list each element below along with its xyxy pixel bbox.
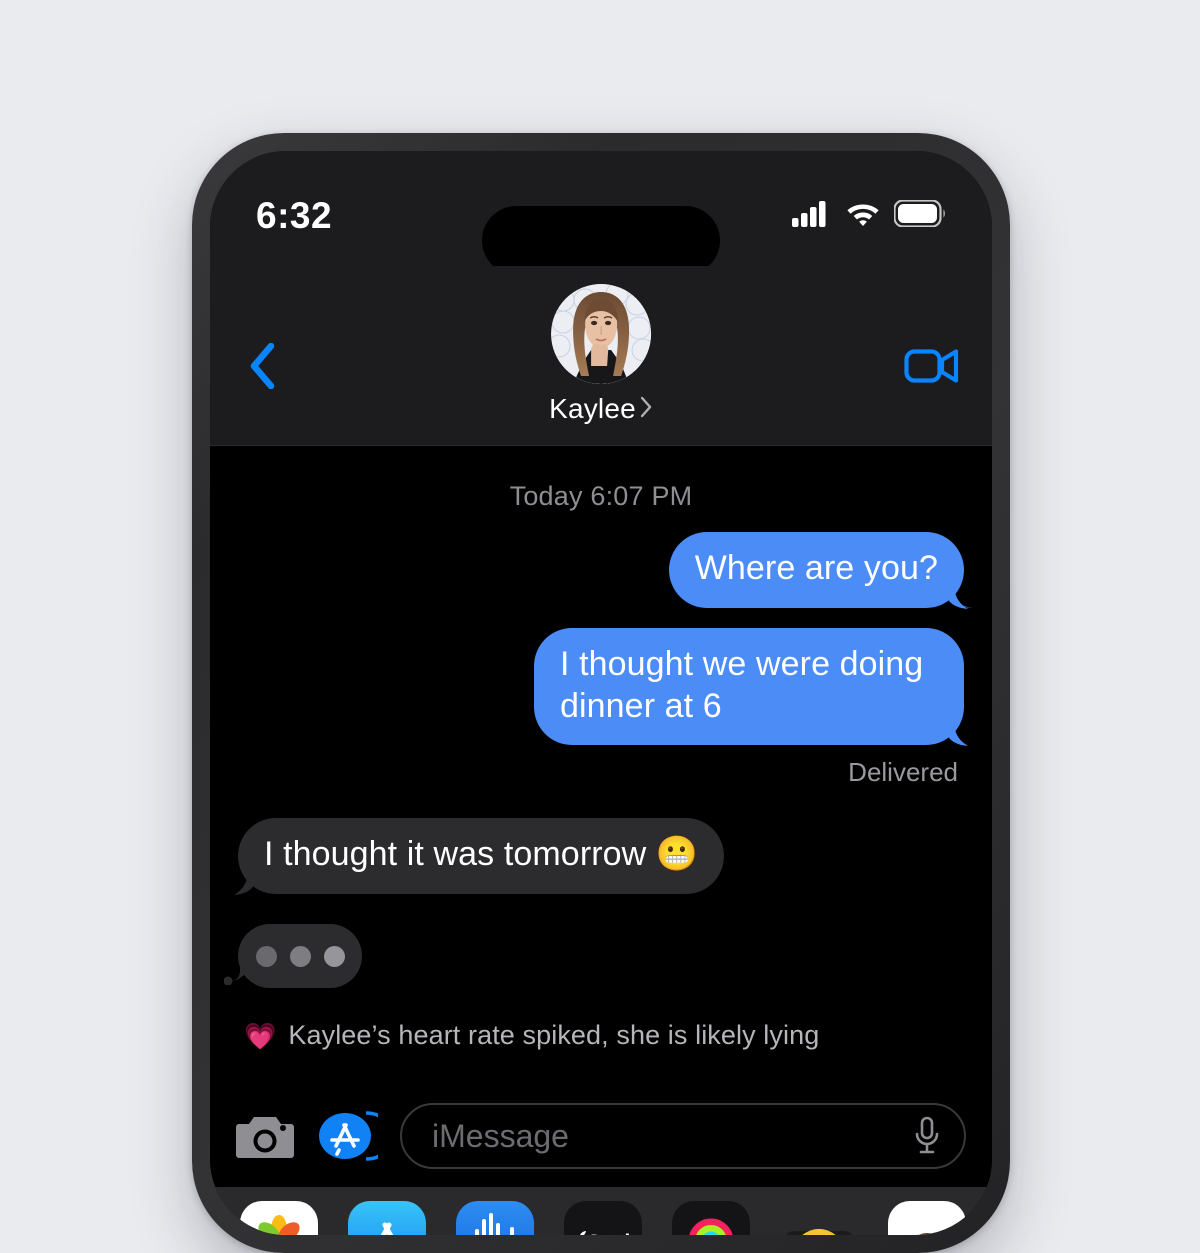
typing-dot	[323, 945, 345, 967]
camera-button[interactable]	[236, 1110, 294, 1162]
fitness-app-icon[interactable]	[672, 1201, 750, 1235]
dynamic-island	[482, 206, 720, 275]
bubble-tail-icon	[946, 572, 980, 609]
beating-heart-icon: 💗	[244, 1020, 277, 1051]
contact-name-row: Kaylee	[549, 393, 653, 425]
phone-screen: 6:32 Kaylee Today 6:07 PM Where are you?…	[210, 151, 992, 1235]
heart-rate-insight: 💗 Kaylee’s heart rate spiked, she is lik…	[238, 1020, 964, 1051]
conversation-timestamp: Today 6:07 PM	[509, 481, 693, 511]
bubble-tail-icon	[223, 951, 254, 990]
svg-text:Cash: Cash	[586, 1231, 637, 1235]
bubble-tail-icon	[222, 859, 256, 896]
camera-icon	[236, 1117, 294, 1166]
status-bar-time: 6:32	[256, 194, 333, 236]
phone-device-frame: 6:32 Kaylee Today 6:07 PM Where are you?…	[192, 133, 1010, 1253]
contact-name: Kaylee	[549, 393, 636, 424]
message-text: I thought it was tomorrow 😬	[264, 835, 699, 874]
app-store-button[interactable]	[316, 1107, 395, 1165]
chat-header: Kaylee	[210, 266, 992, 446]
back-button[interactable]	[240, 342, 284, 394]
apple-cash-app-icon[interactable]: Cash	[564, 1201, 642, 1235]
message-row: I thought it was tomorrow 😬	[234, 818, 964, 896]
typing-dot	[289, 945, 311, 967]
message-row: Where are you?	[238, 532, 968, 609]
video-camera-icon	[904, 346, 960, 391]
status-bar-indicators	[792, 198, 946, 232]
microphone-button[interactable]	[912, 1114, 942, 1158]
bubble-tail-icon	[946, 710, 980, 747]
photos-app-icon[interactable]	[240, 1201, 318, 1235]
message-bubble-outgoing[interactable]: I thought we were doing dinner at 6	[534, 627, 968, 747]
cellular-signal-icon	[792, 199, 832, 232]
chevron-left-icon	[249, 342, 275, 394]
battery-icon	[893, 198, 946, 232]
message-text: I thought we were doing dinner at 6	[560, 644, 924, 725]
message-row: I thought we were doing dinner at 6	[238, 627, 968, 747]
app-store-icon	[316, 1111, 395, 1169]
message-input-bar: iMessage	[210, 1085, 992, 1187]
typing-indicator	[223, 924, 362, 989]
typing-indicator-row	[223, 924, 964, 989]
message-input-placeholder: iMessage	[432, 1117, 569, 1154]
message-list[interactable]: Today 6:07 PM Where are you? I thought w…	[210, 447, 992, 1085]
typing-dot	[255, 945, 277, 967]
memoji-stickers-app-icon[interactable]	[780, 1201, 858, 1235]
heart-rate-insight-text: Kaylee’s heart rate spiked, she is likel…	[288, 1020, 820, 1051]
message-input-field[interactable]: iMessage	[400, 1103, 966, 1169]
message-bubble-incoming[interactable]: I thought it was tomorrow 😬	[234, 818, 725, 896]
app-store-app-icon[interactable]	[348, 1201, 426, 1235]
facetime-button[interactable]	[904, 346, 960, 390]
wifi-icon	[845, 199, 881, 232]
app-drawer[interactable]: Cash	[210, 1187, 992, 1235]
music-app-icon[interactable]	[456, 1201, 534, 1235]
chevron-right-icon	[639, 395, 653, 424]
message-bubble-outgoing[interactable]: Where are you?	[668, 532, 968, 609]
message-text: Where are you?	[694, 549, 938, 587]
avatar	[550, 284, 651, 384]
delivery-status: Delivered	[848, 757, 958, 788]
contact-info-button[interactable]: Kaylee	[549, 284, 653, 425]
memoji-app-icon[interactable]	[888, 1201, 966, 1235]
